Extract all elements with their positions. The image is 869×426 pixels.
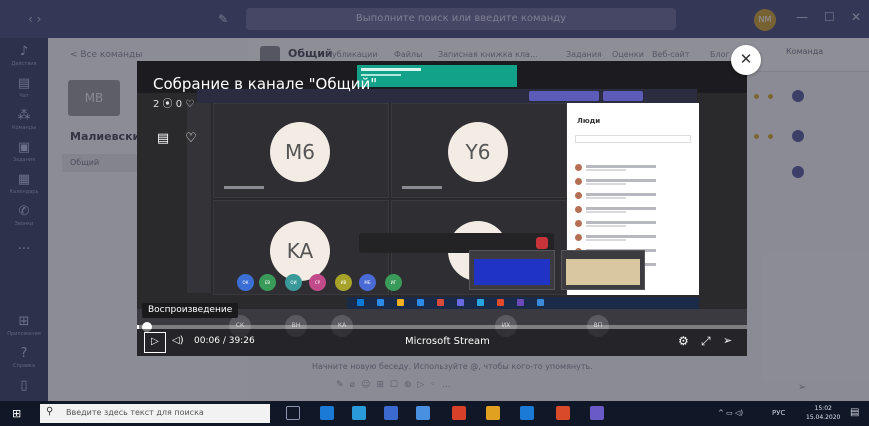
video-tile: M6 — [213, 103, 389, 198]
video-tile: Y6 — [391, 103, 567, 198]
teams-icon[interactable] — [590, 406, 604, 420]
playback-tooltip: Воспроизведение — [142, 303, 239, 318]
video-player[interactable]: M6 Y6 KA Люди ОК ЕВ ОИ СР ИВ МБ ИГ СК ВН… — [137, 61, 747, 356]
participant-avatar: KA — [270, 221, 330, 281]
language-indicator[interactable]: РУС — [772, 409, 785, 417]
clock[interactable]: 15:02 15.04.2020 — [806, 404, 840, 422]
like-icon[interactable]: ♡ — [183, 131, 199, 147]
store-icon[interactable] — [384, 406, 398, 420]
app-icon[interactable] — [486, 406, 500, 420]
duration: 39:26 — [228, 336, 255, 346]
taskbar-search[interactable]: ⚲ Введите здесь текст для поиска — [40, 404, 270, 423]
play-button[interactable]: ▷ — [144, 332, 166, 353]
screen: ‹ › ✎ Выполните поиск или введите команд… — [0, 0, 869, 426]
notifications-icon[interactable]: ▤ — [850, 407, 859, 418]
recording-button — [529, 91, 599, 101]
gear-icon[interactable]: ⚙ — [678, 334, 689, 348]
strip-avatar: СР — [309, 274, 326, 291]
strip-avatar: ЕВ — [259, 274, 276, 291]
clock-date: 15.04.2020 — [806, 414, 841, 421]
participant-avatar: M6 — [270, 122, 330, 182]
strip-avatar: ИВ — [335, 274, 352, 291]
video-title: Собрание в канале "Общий" — [153, 75, 378, 93]
window-preview — [561, 250, 645, 290]
current-time: 00:06 — [194, 336, 220, 346]
time-display: 00:06 / 39:26 — [194, 336, 255, 346]
strip-avatar: ОК — [237, 274, 254, 291]
search-icon: ⚲ — [46, 406, 54, 417]
strip-avatar: ИГ — [385, 274, 402, 291]
mail-icon[interactable] — [416, 406, 430, 420]
hangup-icon — [536, 237, 548, 249]
windows-start-icon[interactable]: ⊞ — [12, 408, 24, 420]
recording-notification — [357, 65, 517, 87]
powerpoint-icon[interactable] — [556, 406, 570, 420]
recording-taskbar — [347, 297, 699, 309]
strip-avatar: ОИ — [285, 274, 302, 291]
clock-time: 15:02 — [814, 405, 832, 412]
app-icon[interactable] — [352, 406, 366, 420]
share-icon[interactable]: ➢ — [723, 334, 732, 347]
people-header: Люди — [577, 117, 601, 125]
edge-icon[interactable] — [320, 406, 334, 420]
play-icon: ▷ — [151, 336, 159, 347]
taskbar-search-text: Введите здесь текст для поиска — [66, 408, 204, 417]
stream-brand: Microsoft Stream — [405, 336, 490, 347]
volume-icon[interactable]: ◁) — [172, 335, 184, 346]
chrome-icon[interactable] — [452, 406, 466, 420]
expand-icon[interactable]: ⤢ — [701, 334, 711, 349]
close-player-button[interactable]: ✕ — [731, 45, 761, 75]
participant-avatar: Y6 — [448, 122, 508, 182]
task-view-icon[interactable] — [286, 406, 300, 420]
video-stats: 2 ⦿ 0 ♡ — [153, 99, 195, 110]
tray-icons[interactable]: ^ ▭ ◁) — [718, 409, 743, 417]
details-icon[interactable]: ▤ — [155, 131, 171, 147]
windows-taskbar: ⊞ ⚲ Введите здесь текст для поиска ^ ▭ ◁… — [0, 401, 869, 426]
ie-icon[interactable] — [520, 406, 534, 420]
strip-avatar: МБ — [359, 274, 376, 291]
time-separator: / — [222, 336, 226, 346]
recording-button — [603, 91, 643, 101]
player-controls: ▷ ◁) 00:06 / 39:26 Microsoft Stream ⚙ ⤢ … — [137, 329, 747, 356]
window-preview — [469, 250, 555, 290]
